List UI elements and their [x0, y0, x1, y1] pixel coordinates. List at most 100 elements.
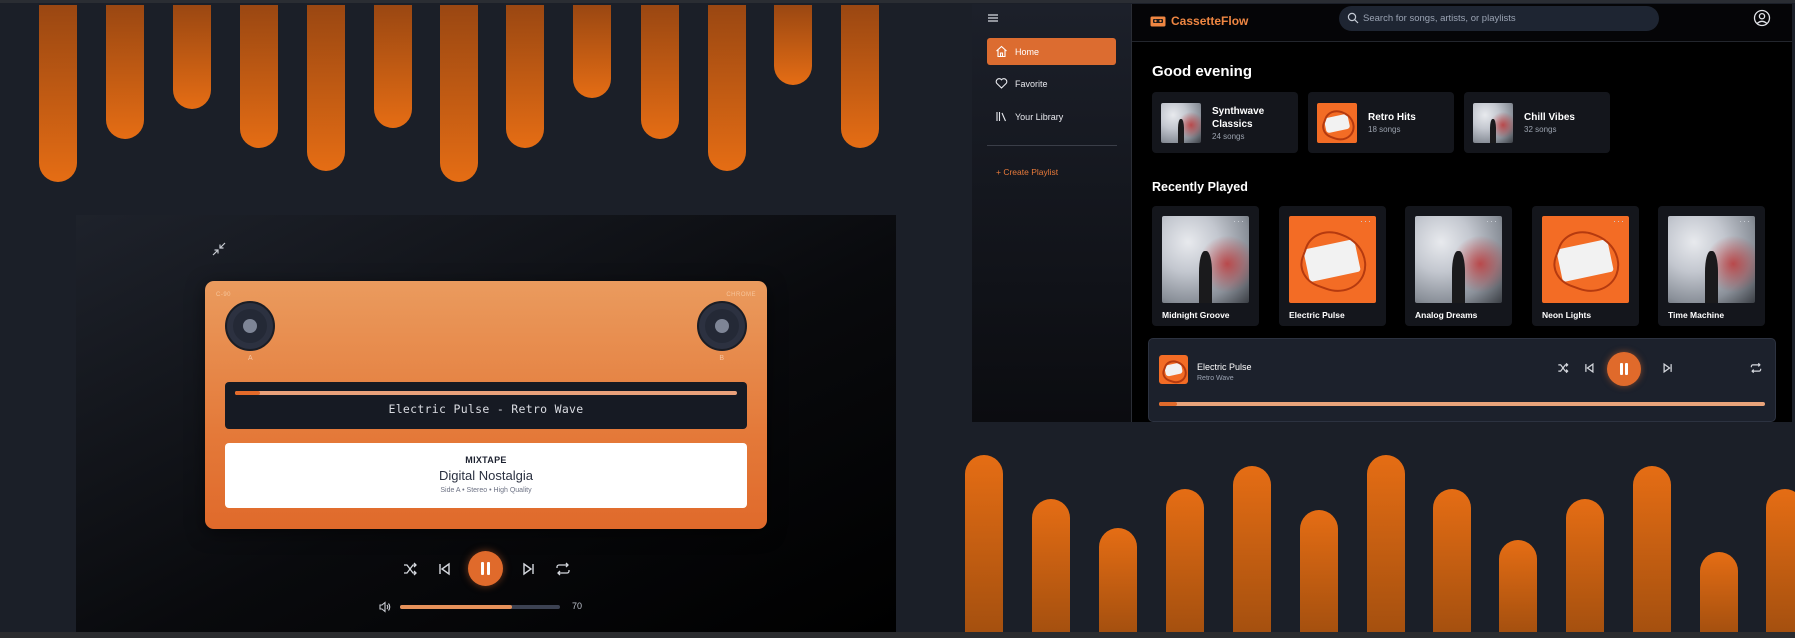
mini-player: Electric Pulse Retro Wave [1148, 338, 1776, 422]
recently-played-heading: Recently Played [1152, 180, 1248, 194]
recently-played-card[interactable]: ··· Midnight Groove [1152, 206, 1259, 326]
recently-played-card[interactable]: ··· Neon Lights [1532, 206, 1639, 326]
recently-played-card[interactable]: ··· Analog Dreams [1405, 206, 1512, 326]
track-title: Midnight Groove [1162, 310, 1230, 320]
shuffle-icon[interactable] [1556, 361, 1570, 375]
sidebar-item-library[interactable]: Your Library [987, 103, 1116, 130]
volume-slider-fill [400, 605, 512, 609]
sidebar-item-favorite[interactable]: Favorite [987, 70, 1116, 97]
sidebar: Home Favorite Your Library + Create Play… [972, 4, 1132, 422]
search-input[interactable]: Search for songs, artists, or playlists [1339, 6, 1659, 31]
main-content: CassetteFlow Search for songs, artists, … [1132, 4, 1792, 422]
more-options-icon[interactable]: ··· [1360, 216, 1372, 226]
sidebar-item-home[interactable]: Home [987, 38, 1116, 65]
cassette-icon [1150, 16, 1166, 27]
visualizer-bar [841, 5, 879, 148]
playlist-title: Chill Vibes [1524, 112, 1575, 123]
visualizer-bar [1032, 499, 1070, 632]
quick-pick-card[interactable]: Retro Hits 18 songs [1308, 92, 1454, 153]
decorative-visualizer-bottom [960, 440, 1795, 632]
sidebar-item-label: Favorite [1015, 78, 1048, 89]
search-placeholder: Search for songs, artists, or playlists [1363, 13, 1516, 24]
album-art [1542, 216, 1629, 303]
recently-played-card[interactable]: ··· Time Machine [1658, 206, 1765, 326]
visualizer-bar [1233, 466, 1271, 632]
mixtape-title: Digital Nostalgia [439, 468, 533, 483]
create-playlist-button[interactable]: + Create Playlist [996, 167, 1058, 177]
hamburger-menu-icon[interactable] [987, 12, 999, 24]
now-playing-art[interactable] [1159, 355, 1188, 384]
album-art [1162, 216, 1249, 303]
volume-icon[interactable] [378, 600, 392, 614]
pause-button[interactable] [1607, 352, 1641, 386]
cassette-label: MIXTAPE Digital Nostalgia Side A • Stere… [225, 443, 747, 508]
search-icon [1347, 12, 1359, 24]
sidebar-divider [987, 145, 1117, 146]
visualizer-bar [1166, 489, 1204, 632]
repeat-icon[interactable] [1749, 361, 1763, 375]
playback-controls [76, 549, 896, 589]
more-options-icon[interactable]: ··· [1233, 216, 1245, 226]
visualizer-bar [965, 455, 1003, 632]
more-options-icon[interactable]: ··· [1739, 216, 1751, 226]
visualizer-bar [1633, 466, 1671, 632]
home-icon [995, 45, 1008, 58]
visualizer-bar [641, 5, 679, 139]
visualizer-bar [240, 5, 278, 148]
quick-pick-card[interactable]: Synthwave Classics 24 songs [1152, 92, 1298, 153]
cassette-tape: C-90 CHROME A B Electric Pulse - Retro W… [205, 281, 767, 529]
library-icon [995, 110, 1008, 123]
visualizer-bar [1499, 540, 1537, 632]
tape-window: Electric Pulse - Retro Wave [225, 382, 747, 429]
mixtape-meta: Side A • Stereo • High Quality [440, 487, 532, 494]
playlist-cover [1161, 103, 1201, 143]
bottom-border [0, 632, 1795, 638]
reel-b [697, 301, 747, 351]
pause-button[interactable] [468, 551, 503, 586]
visualizer-bar [506, 5, 544, 148]
playback-progress-fill [1159, 402, 1178, 406]
track-title: Time Machine [1668, 310, 1725, 320]
pause-icon-bar [487, 562, 490, 575]
recently-played-card[interactable]: ··· Electric Pulse [1279, 206, 1386, 326]
playlist-title: Synthwave Classics [1212, 106, 1265, 130]
playlist-cover [1317, 103, 1357, 143]
visualizer-bar [39, 5, 77, 182]
skip-forward-icon[interactable] [1661, 361, 1675, 375]
user-circle-icon[interactable] [1753, 9, 1771, 27]
heart-icon [995, 77, 1008, 90]
visualizer-bar [1300, 510, 1338, 632]
sidebar-item-label: Home [1015, 46, 1040, 57]
visualizer-bar [1367, 455, 1405, 632]
greeting-heading: Good evening [1152, 63, 1253, 80]
repeat-icon[interactable] [554, 560, 572, 578]
playlist-song-count: 24 songs [1212, 132, 1245, 141]
visualizer-bar [573, 5, 611, 98]
minimize-icon[interactable] [211, 241, 227, 257]
album-art [1289, 216, 1376, 303]
skip-forward-icon[interactable] [520, 560, 538, 578]
volume-slider[interactable] [400, 605, 560, 609]
more-options-icon[interactable]: ··· [1486, 216, 1498, 226]
visualizer-bar [1700, 552, 1738, 632]
playback-progress-bar[interactable] [1159, 402, 1765, 406]
track-title: Electric Pulse [1289, 310, 1345, 320]
track-title: Analog Dreams [1415, 310, 1478, 320]
tape-progress-bar[interactable] [235, 391, 737, 395]
logo[interactable]: CassetteFlow [1150, 14, 1248, 28]
top-bar: CassetteFlow Search for songs, artists, … [1132, 4, 1792, 42]
visualizer-bar [106, 5, 144, 139]
pause-icon [1620, 363, 1623, 375]
reel-b-label: B [719, 355, 724, 362]
quick-pick-card[interactable]: Chill Vibes 32 songs [1464, 92, 1610, 153]
shuffle-icon[interactable] [401, 560, 419, 578]
skip-back-icon[interactable] [1582, 361, 1596, 375]
skip-back-icon[interactable] [435, 560, 453, 578]
album-art [1415, 216, 1502, 303]
visualizer-bar [173, 5, 211, 109]
visualizer-bar [307, 5, 345, 171]
cassette-corner-label: CHROME [726, 292, 756, 298]
tape-progress-fill [235, 391, 261, 395]
visualizer-bar [374, 5, 412, 128]
more-options-icon[interactable]: ··· [1613, 216, 1625, 226]
